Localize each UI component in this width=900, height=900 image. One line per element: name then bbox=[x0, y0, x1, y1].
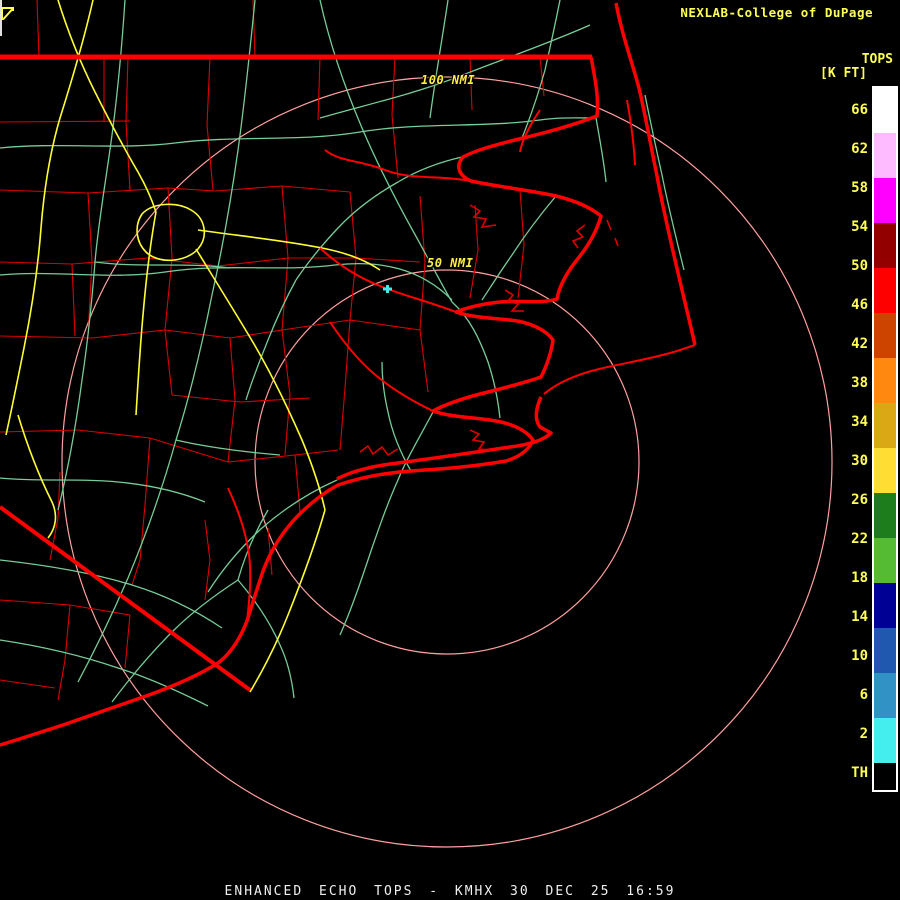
colorbar-segment bbox=[874, 403, 896, 448]
colorbar-segment bbox=[874, 538, 896, 583]
colorbar-label-54: 54 bbox=[828, 217, 868, 237]
range-ring-50nmi bbox=[255, 270, 639, 654]
brand-text: NEXLAB-College of DuPage bbox=[680, 5, 873, 20]
status-text: ENHANCED ECHO TOPS - KMHX 30 DEC 25 16:5… bbox=[0, 884, 900, 899]
colorbar-label-46: 46 bbox=[828, 295, 868, 315]
ring-label-50nmi: 50 NMI bbox=[427, 256, 473, 270]
highway-lines bbox=[6, 0, 380, 692]
colorbar-segment bbox=[874, 628, 896, 673]
colorbar-segment bbox=[874, 448, 896, 493]
colorbar-segment bbox=[874, 358, 896, 403]
colorbar-segment bbox=[874, 268, 896, 313]
box-slash-icon bbox=[0, 6, 15, 21]
colorbar-segment bbox=[874, 763, 896, 790]
scale-title: TOPS bbox=[862, 52, 893, 67]
colorbar-label-6: 6 bbox=[828, 685, 868, 705]
colorbar-label-58: 58 bbox=[828, 178, 868, 198]
echo-tops-colorbar bbox=[872, 86, 898, 792]
scale-units: [K FT] bbox=[820, 66, 867, 81]
colorbar-label-2: 2 bbox=[828, 724, 868, 744]
range-ring-100nmi bbox=[62, 77, 832, 847]
map-canvas bbox=[0, 0, 900, 900]
colorbar-label-14: 14 bbox=[828, 607, 868, 627]
colorbar-label-34: 34 bbox=[828, 412, 868, 432]
colorbar-segment bbox=[874, 493, 896, 538]
colorbar-segment bbox=[874, 583, 896, 628]
radar-display: NEXLAB-College of DuPage TOPS [K FT] 666… bbox=[0, 0, 900, 900]
colorbar-segment bbox=[874, 88, 896, 133]
colorbar-label-38: 38 bbox=[828, 373, 868, 393]
echo-cyan-marker bbox=[383, 285, 392, 293]
colorbar-segment bbox=[874, 718, 896, 763]
colorbar-segment bbox=[874, 313, 896, 358]
colorbar-label-42: 42 bbox=[828, 334, 868, 354]
colorbar-label-22: 22 bbox=[828, 529, 868, 549]
colorbar-label-10: 10 bbox=[828, 646, 868, 666]
colorbar-segment bbox=[874, 223, 896, 268]
colorbar-label-62: 62 bbox=[828, 139, 868, 159]
colorbar-label-18: 18 bbox=[828, 568, 868, 588]
colorbar-label-TH: TH bbox=[828, 763, 868, 783]
colorbar-label-50: 50 bbox=[828, 256, 868, 276]
county-lines bbox=[0, 0, 544, 700]
colorbar-segment bbox=[874, 133, 896, 178]
ring-label-100nmi: 100 NMI bbox=[421, 73, 475, 87]
colorbar-segment bbox=[874, 673, 896, 718]
colorbar-segment bbox=[874, 178, 896, 223]
colorbar-label-66: 66 bbox=[828, 100, 868, 120]
colorbar-label-26: 26 bbox=[828, 490, 868, 510]
colorbar-label-30: 30 bbox=[828, 451, 868, 471]
